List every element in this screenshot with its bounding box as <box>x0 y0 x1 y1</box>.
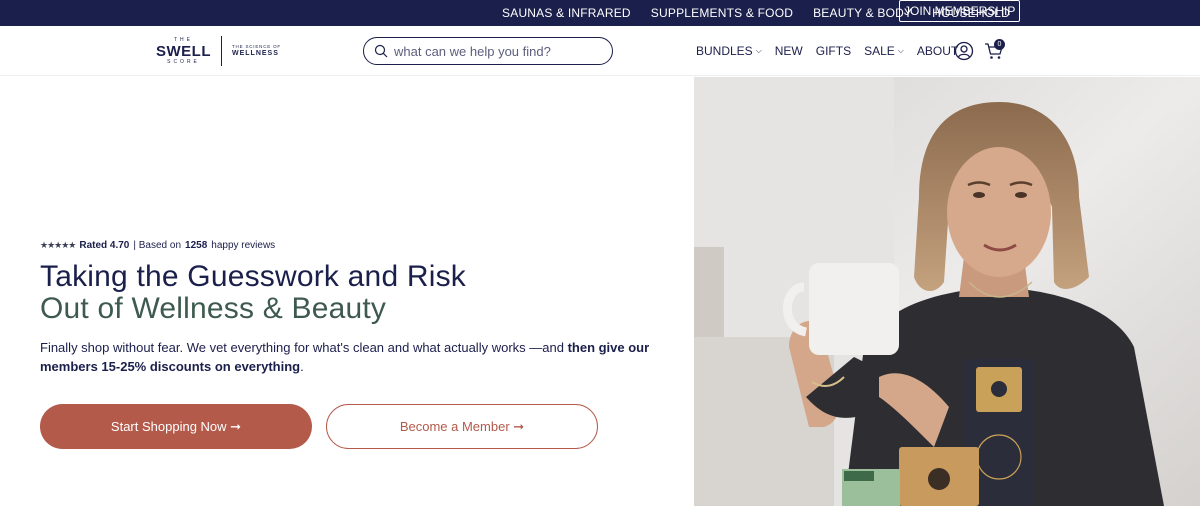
cart-count-badge: 0 <box>994 39 1005 50</box>
logo-divider <box>221 36 222 66</box>
star-rating-icon: ★★★★★ <box>40 240 76 250</box>
rating-value: Rated 4.70 <box>79 240 130 251</box>
nav-gifts[interactable]: GIFTS <box>816 44 851 58</box>
site-logo[interactable]: THE SWELL SCORE THE SCIENCE OF WELLNESS <box>156 34 281 68</box>
logo-tagline: THE SCIENCE OF WELLNESS <box>232 44 281 58</box>
top-link-supplements[interactable]: SUPPLEMENTS & FOOD <box>651 6 793 20</box>
hero-title-line2: Out of Wellness & Beauty <box>40 292 387 325</box>
logo-tagline-big: WELLNESS <box>232 49 279 57</box>
become-member-button[interactable]: Become a Member ➞ <box>326 404 598 449</box>
search-bar[interactable] <box>363 37 613 65</box>
nav-gifts-label: GIFTS <box>815 44 852 58</box>
hero-photo-woman-with-mug <box>694 77 1200 506</box>
rating-summary: ★★★★★ Rated 4.70 | Based on 1258 happy r… <box>40 240 275 251</box>
start-shopping-button[interactable]: Start Shopping Now ➞ <box>40 404 312 449</box>
logo-swell: SWELL <box>156 42 211 60</box>
user-icon[interactable] <box>954 41 974 61</box>
hero-desc-plain: Finally shop without fear. We vet everyt… <box>40 340 568 355</box>
chevron-down-icon: ⌵ <box>897 46 904 55</box>
hero-description: Finally shop without fear. We vet everyt… <box>40 338 660 376</box>
nav-about-label: ABOUT <box>916 44 959 58</box>
reviews-suffix: happy reviews <box>211 240 276 251</box>
main-nav: BUNDLES ⌵ NEW GIFTS SALE ⌵ ABOUT ⌵ <box>696 26 967 76</box>
nav-new-label: NEW <box>774 44 803 58</box>
logo-wordmark: THE SWELL SCORE <box>156 36 211 65</box>
top-link-beauty[interactable]: BEAUTY & BODY <box>813 6 912 20</box>
hero-image <box>694 77 1200 506</box>
hero-title-line1: Taking the Guesswork and Risk <box>40 260 466 293</box>
top-link-saunas[interactable]: SAUNAS & INFRARED <box>502 6 631 20</box>
nav-bundles-label: BUNDLES <box>696 44 753 58</box>
search-input[interactable] <box>394 43 594 59</box>
join-membership-button[interactable]: JOIN MEMBERSHIP <box>899 0 1021 22</box>
logo-score: SCORE <box>167 58 200 65</box>
nav-bundles[interactable]: BUNDLES ⌵ <box>696 44 762 58</box>
chevron-down-icon: ⌵ <box>755 46 762 55</box>
logo-the: THE <box>174 36 193 43</box>
main-header: THE SWELL SCORE THE SCIENCE OF WELLNESS … <box>0 26 1200 76</box>
search-icon <box>374 44 388 58</box>
nav-new[interactable]: NEW <box>775 44 803 58</box>
hero-desc-end: . <box>300 359 304 374</box>
nav-sale-label: SALE <box>864 44 895 58</box>
review-count: 1258 <box>185 240 208 251</box>
nav-sale[interactable]: SALE ⌵ <box>864 44 904 58</box>
top-bar: SAUNAS & INFRARED SUPPLEMENTS & FOOD BEA… <box>0 0 1200 26</box>
rating-based-on: | Based on <box>133 240 182 251</box>
